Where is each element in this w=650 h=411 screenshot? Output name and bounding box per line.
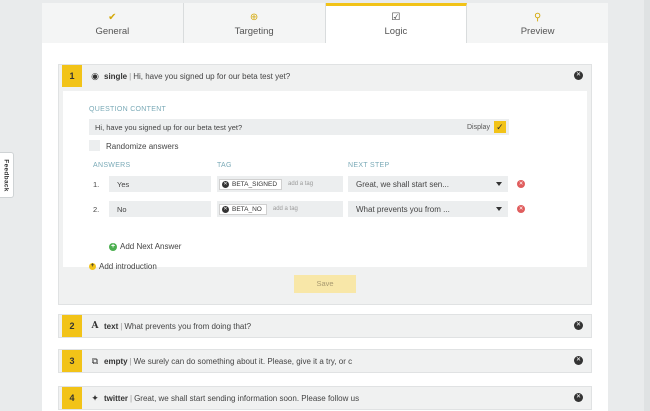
add-introduction-button[interactable]: + Add introduction <box>89 262 157 271</box>
tab-label: General <box>95 26 130 37</box>
question-card-3[interactable]: 3 ⧉ empty | We surely can do something a… <box>58 349 592 373</box>
checkbox-icon: ☑ <box>391 12 401 23</box>
display-toggle[interactable]: Display ✓ <box>467 119 506 135</box>
tab-label: Logic <box>384 26 408 37</box>
tab-preview[interactable]: ⚲ Preview <box>467 3 608 43</box>
separator: | <box>129 71 132 81</box>
tab-logic[interactable]: ☑ Logic <box>325 3 468 43</box>
question-header[interactable]: 3 ⧉ empty | We surely can do something a… <box>59 350 591 372</box>
question-editor: QUESTION CONTENT Hi, have you signed up … <box>63 91 587 271</box>
save-button[interactable]: Save <box>294 275 356 293</box>
add-tag-placeholder[interactable]: add a tag <box>273 206 298 212</box>
question-card-1: 1 ◉ single | Hi, have you signed up for … <box>58 64 592 305</box>
separator: | <box>130 393 133 403</box>
tag-chip: ✕ BETA_SIGNED <box>219 178 283 190</box>
right-scroll-strip <box>644 0 650 411</box>
question-content-label: QUESTION CONTENT <box>89 106 167 113</box>
close-icon[interactable]: ✕ <box>574 71 583 80</box>
tab-label: Targeting <box>234 26 274 37</box>
question-type: single <box>104 71 128 81</box>
question-type: twitter <box>104 393 128 403</box>
question-text: We surely can do something about it. Ple… <box>133 356 353 366</box>
question-card-2[interactable]: 2 A text | What prevents you from doing … <box>58 314 592 338</box>
add-tag-placeholder[interactable]: add a tag <box>288 181 313 187</box>
question-text: Great, we shall start sending informatio… <box>134 393 360 403</box>
separator: | <box>129 356 132 366</box>
tag-input[interactable]: ✕ BETA_NO add a tag <box>217 201 343 217</box>
randomize-label: Randomize answers <box>106 142 179 151</box>
answers-label: ANSWERS <box>93 162 131 169</box>
question-text: What prevents you from doing that? <box>124 321 252 331</box>
randomize-checkbox[interactable] <box>89 140 100 151</box>
tab-general[interactable]: ✔ General <box>42 3 184 43</box>
question-type: text <box>104 321 119 331</box>
tag-label: TAG <box>217 162 232 169</box>
tag-input[interactable]: ✕ BETA_SIGNED add a tag <box>217 176 343 192</box>
answer-number: 2. <box>93 205 100 214</box>
question-number: 4 <box>62 387 82 409</box>
feedback-tab[interactable]: Feedback <box>0 152 14 198</box>
question-type: empty <box>104 356 128 366</box>
question-text: Hi, have you signed up for our beta test… <box>133 71 291 81</box>
empty-type-icon: ⧉ <box>91 355 99 366</box>
next-step-label: NEXT STEP <box>348 162 390 169</box>
chevron-down-icon <box>496 207 502 211</box>
plus-icon: + <box>89 263 96 270</box>
twitter-icon: ✦ <box>91 392 99 403</box>
remove-tag-icon[interactable]: ✕ <box>222 180 229 188</box>
target-icon: ⊕ <box>249 12 259 23</box>
question-content-input[interactable]: Hi, have you signed up for our beta test… <box>89 119 509 135</box>
next-step-value: Great, we shall start sen... <box>356 180 449 189</box>
question-card-4[interactable]: 4 ✦ twitter | Great, we shall start send… <box>58 386 592 410</box>
question-header[interactable]: 1 ◉ single | Hi, have you signed up for … <box>59 65 591 87</box>
display-label: Display <box>467 123 490 131</box>
answer-input[interactable]: No <box>109 201 211 217</box>
question-header[interactable]: 2 A text | What prevents you from doing … <box>59 315 591 337</box>
radio-icon: ◉ <box>91 70 99 81</box>
tab-label: Preview <box>520 26 555 37</box>
magnifier-icon: ⚲ <box>533 12 542 23</box>
question-header[interactable]: 4 ✦ twitter | Great, we shall start send… <box>59 387 591 409</box>
separator: | <box>120 321 123 331</box>
answer-number: 1. <box>93 180 100 189</box>
close-icon[interactable]: ✕ <box>574 321 583 330</box>
answer-input[interactable]: Yes <box>109 176 211 192</box>
next-step-select[interactable]: Great, we shall start sen... <box>348 176 508 192</box>
chevron-down-icon <box>496 182 502 186</box>
tag-chip: ✕ BETA_NO <box>219 203 267 215</box>
next-step-select[interactable]: What prevents you from ... <box>348 201 508 217</box>
plus-icon: + <box>109 242 117 251</box>
tab-targeting[interactable]: ⊕ Targeting <box>183 3 326 43</box>
close-icon[interactable]: ✕ <box>574 356 583 365</box>
question-number: 3 <box>62 350 82 372</box>
add-next-answer-label: Add Next Answer <box>120 242 182 251</box>
tag-name: BETA_NO <box>232 205 262 213</box>
delete-answer-icon[interactable]: ✕ <box>517 180 525 188</box>
question-number: 2 <box>62 315 82 337</box>
check-icon: ✔ <box>108 12 117 23</box>
delete-answer-icon[interactable]: ✕ <box>517 205 525 213</box>
tab-bar: ✔ General ⊕ Targeting ☑ Logic ⚲ Preview <box>42 3 608 43</box>
tag-name: BETA_SIGNED <box>232 180 278 188</box>
add-introduction-label: Add introduction <box>99 262 157 271</box>
close-icon[interactable]: ✕ <box>574 393 583 402</box>
next-step-value: What prevents you from ... <box>356 205 450 214</box>
text-type-icon: A <box>91 321 99 331</box>
remove-tag-icon[interactable]: ✕ <box>222 205 229 213</box>
feedback-label: Feedback <box>3 158 11 192</box>
add-next-answer-button[interactable]: + Add Next Answer <box>109 242 181 251</box>
checkmark-icon[interactable]: ✓ <box>493 121 506 133</box>
question-number: 1 <box>62 65 82 87</box>
